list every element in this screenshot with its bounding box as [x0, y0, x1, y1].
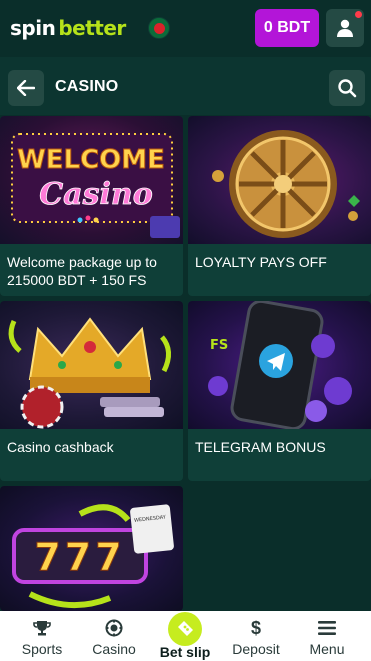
search-icon: [338, 79, 357, 98]
page-title: CASINO: [55, 78, 119, 95]
logo-spin-text: spin: [10, 16, 56, 40]
welcome-art-text: WELCOME: [17, 145, 165, 175]
top-header: spin better 0 BDT: [0, 0, 371, 57]
nav-label-bet-slip: Bet slip: [159, 644, 211, 660]
bet-slip-badge: [168, 612, 202, 646]
promo-card-label: LOYALTY PAYS OFF: [195, 254, 327, 270]
casino-art-text: Casino: [39, 177, 152, 212]
trophy-icon: [33, 621, 51, 636]
cashback-crown-image: [0, 301, 183, 429]
promo-card-welcome[interactable]: WELCOME Casino Welcome package up to 215…: [0, 116, 183, 296]
promo-card-slots[interactable]: 777 WEDNESDAY: [0, 486, 183, 611]
section-header: CASINO: [0, 57, 371, 115]
loyalty-wheel-image: [188, 116, 371, 244]
promo-card-cashback[interactable]: Casino cashback: [0, 301, 183, 481]
dollar-icon: $: [250, 617, 261, 638]
user-icon: [337, 19, 353, 37]
nav-deposit[interactable]: $ Deposit: [219, 611, 293, 661]
nav-sports[interactable]: Sports: [5, 611, 79, 661]
nav-label: Sports: [21, 641, 63, 657]
balance-button[interactable]: 0 BDT: [255, 9, 319, 47]
reels-777-text: 777: [34, 535, 125, 579]
search-button[interactable]: [329, 70, 365, 106]
telegram-phone-image: FS: [188, 301, 371, 431]
nav-casino[interactable]: Casino: [77, 611, 151, 661]
bottom-navigation: Sports Casino Bet slip $ Deposit Menu: [0, 611, 371, 661]
slot-777-image: 777 WEDNESDAY: [0, 486, 183, 611]
back-button[interactable]: [8, 70, 44, 106]
nav-menu[interactable]: Menu: [290, 611, 364, 661]
bangladesh-flag-icon[interactable]: [148, 17, 170, 39]
promo-card-loyalty[interactable]: LOYALTY PAYS OFF: [188, 116, 371, 296]
promo-card-telegram[interactable]: FS TELEGRAM BONUS: [188, 301, 371, 481]
nav-label: Casino: [92, 641, 136, 657]
casino-chip-icon: [105, 619, 123, 637]
promo-card-label: Casino cashback: [7, 439, 114, 455]
nav-label: Deposit: [232, 641, 280, 657]
nav-label: Menu: [309, 641, 345, 657]
arrow-left-icon: [17, 80, 35, 96]
promo-card-label: Welcome package up to 215000 BDT + 150 F…: [7, 254, 157, 288]
hamburger-icon: [318, 621, 336, 635]
notification-dot: [355, 11, 362, 18]
fs-badge-text: FS: [210, 338, 228, 353]
welcome-casino-banner-image: WELCOME Casino: [0, 116, 183, 244]
ticket-icon: [178, 621, 193, 636]
spinbetter-logo[interactable]: spin better: [10, 16, 126, 40]
logo-better-text: better: [58, 16, 126, 40]
promo-card-label: TELEGRAM BONUS: [195, 439, 326, 455]
